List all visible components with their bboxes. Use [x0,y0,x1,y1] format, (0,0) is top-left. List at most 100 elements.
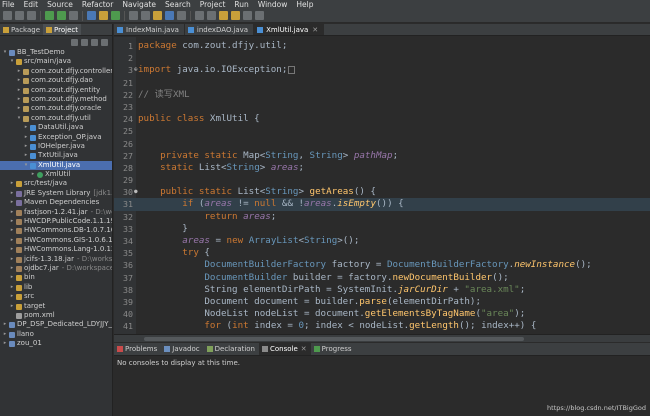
tree-item[interactable]: ▸ JRE System Library[jdk1.7.0 [0,189,112,198]
search-icon[interactable] [141,11,150,20]
tree-item[interactable]: pom.xml [0,311,112,320]
code-line[interactable]: 33 } [114,223,650,235]
menu-source[interactable]: Source [47,0,73,9]
tree-item[interactable]: ▸ HWCommons.GIS-1.0.6.164 [0,236,112,245]
collapsed-arrow-icon[interactable]: ▸ [16,67,22,76]
menu-project[interactable]: Project [200,0,226,9]
panel-tab-project[interactable]: Project [43,24,81,35]
code-line[interactable]: 3 ⊕ import java.io.IOException; [114,64,650,76]
code-line[interactable]: 26 [114,138,650,150]
run-icon[interactable] [57,11,66,20]
tree-item[interactable]: ▸ com.zout.dfjy.method [0,95,112,104]
expanded-arrow-icon[interactable]: ▾ [16,114,22,123]
menu-navigate[interactable]: Navigate [122,0,156,9]
tree-item[interactable]: ▸ com.zout.dfjy.controller [0,67,112,76]
collapsed-arrow-icon[interactable]: ▸ [9,264,15,273]
external-tools-icon[interactable] [69,11,78,20]
editor-tab[interactable]: indexDAO.java [185,24,255,35]
toggle-mark-icon[interactable] [153,11,162,20]
bottom-tab-problems[interactable]: Problems [114,343,161,355]
code-line[interactable]: 29 [114,174,650,186]
bottom-tab-javadoc[interactable]: Javadoc [161,343,203,355]
code-editor[interactable]: 1 package com.zout.dfjy.util; 2 3 ⊕ import ja… [114,37,650,342]
collapsed-arrow-icon[interactable]: ▸ [2,330,8,339]
menu-edit[interactable]: Edit [24,0,39,9]
code-line[interactable]: 25 [114,125,650,137]
code-line[interactable]: 27 private static Map<String, String> pa… [114,150,650,162]
tree-item[interactable]: ▸ HWCommons.DB-1.0.7.162 [0,226,112,235]
tree-item[interactable]: ▸ bin [0,273,112,282]
tree-item[interactable]: ▸ com.zout.dfjy.dao [0,76,112,85]
tree-item[interactable]: ▸ lib [0,283,112,292]
view-menu-icon[interactable] [91,38,98,46]
tree-item[interactable]: ▸ fastjson-1.2.41.jar- D:\work [0,208,112,217]
code-line[interactable]: 39 Document document = builder.parse(ele… [114,296,650,308]
forward-icon[interactable] [243,11,252,20]
menu-window[interactable]: Window [258,0,288,9]
save-all-icon[interactable] [27,11,36,20]
tree-item[interactable]: ▸ llano [0,330,112,339]
collapsed-arrow-icon[interactable]: ▸ [23,142,29,151]
debug-icon[interactable] [45,11,54,20]
close-icon[interactable]: ✕ [301,343,307,356]
collapsed-arrow-icon[interactable]: ▸ [9,226,15,235]
tree-item[interactable]: ▸ target [0,302,112,311]
collapsed-arrow-icon[interactable]: ▸ [2,339,8,348]
menu-refactor[interactable]: Refactor [82,0,113,9]
collapsed-arrow-icon[interactable]: ▸ [9,208,15,217]
tree-item[interactable]: ▸ zou_01 [0,339,112,348]
bottom-tab-console[interactable]: Console ✕ [259,343,311,355]
tree-item[interactable]: ▸ XmlUtil [0,170,112,179]
tree-item[interactable]: ▸ HWCDP.PublicCode.1.1.19. [0,217,112,226]
tree-item[interactable]: ▸ IOHelper.java [0,142,112,151]
tree-item[interactable]: ▸ src [0,292,112,301]
collapsed-arrow-icon[interactable]: ▸ [9,255,15,264]
close-icon[interactable]: ✕ [312,24,318,36]
tree-item[interactable]: ▸ com.zout.dfjy.entity [0,86,112,95]
tree-item[interactable]: ▾ src/main/java [0,57,112,66]
collapsed-arrow-icon[interactable]: ▸ [9,292,15,301]
code-line[interactable]: 23 [114,101,650,113]
editor-horizontal-scrollbar[interactable] [114,334,650,342]
new-java-project-icon[interactable] [87,11,96,20]
code-line[interactable]: 1 package com.zout.dfjy.util; [114,40,650,52]
tree-item[interactable]: ▸ com.zout.dfjy.oracle [0,104,112,113]
collapse-all-icon[interactable] [71,38,78,46]
menu-help[interactable]: Help [296,0,313,9]
collapsed-arrow-icon[interactable]: ▸ [9,283,15,292]
collapsed-arrow-icon[interactable]: ▸ [9,179,15,188]
previous-annotation-icon[interactable] [207,11,216,20]
collapsed-arrow-icon[interactable]: ▸ [16,95,22,104]
code-line[interactable]: 34 areas = new ArrayList<String>(); [114,235,650,247]
folded-imports-icon[interactable] [288,65,296,74]
tree-item[interactable]: ▸ jcifs-1.3.18.jar- D:\workspa [0,255,112,264]
tree-item[interactable]: ▸ Maven Dependencies [0,198,112,207]
collapsed-arrow-icon[interactable]: ▸ [9,198,15,207]
code-line[interactable]: 22 // 读写XML [114,89,650,101]
collapsed-arrow-icon[interactable]: ▸ [9,217,15,226]
code-line[interactable]: 28 static List<String> areas; [114,162,650,174]
new-package-icon[interactable] [99,11,108,20]
panel-tab-package[interactable]: Package [0,24,43,35]
collapsed-arrow-icon[interactable]: ▸ [16,86,22,95]
collapsed-arrow-icon[interactable]: ▸ [23,133,29,142]
menu-search[interactable]: Search [165,0,191,9]
toggle-block-icon[interactable] [165,11,174,20]
expanded-arrow-icon[interactable]: ▾ [23,161,29,170]
collapsed-arrow-icon[interactable]: ▸ [9,273,15,282]
last-edit-icon[interactable] [219,11,228,20]
collapsed-arrow-icon[interactable]: ▸ [30,170,36,179]
code-line[interactable]: 41 for (int index = 0; index < nodeList.… [114,320,650,332]
tree-item[interactable]: ▸ ojdbc7.jar - D:\workspace\ [0,264,112,273]
code-line[interactable]: 30 ● public static List<String> getAreas(… [114,186,650,198]
code-line[interactable]: 35 try { [114,247,650,259]
editor-tab[interactable]: XmlUtil.java ✕ [254,24,325,36]
collapsed-arrow-icon[interactable]: ▸ [16,104,22,113]
code-line[interactable]: 36 DocumentBuilderFactory factory = Docu… [114,259,650,271]
code-line[interactable]: 32 return areas; [114,211,650,223]
pin-editor-icon[interactable] [255,11,264,20]
show-whitespace-icon[interactable] [177,11,186,20]
scrollbar-thumb[interactable] [144,337,524,341]
back-icon[interactable] [231,11,240,20]
expanded-arrow-icon[interactable]: ▾ [9,57,15,66]
